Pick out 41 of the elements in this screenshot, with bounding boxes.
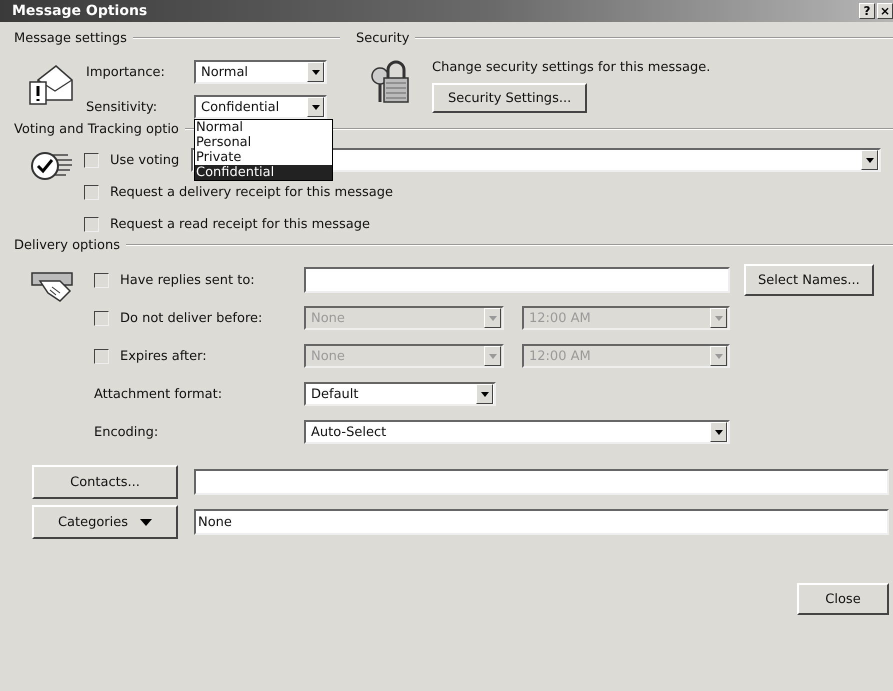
section-title: Delivery options: [14, 238, 120, 252]
security-settings-button[interactable]: Security Settings...: [432, 83, 588, 113]
attachment-format-dropdown[interactable]: Default: [304, 382, 496, 406]
checkbox-label: Use voting: [110, 152, 180, 168]
window-title: Message Options: [12, 3, 148, 19]
importance-label: Importance:: [86, 64, 166, 80]
dropdown-option[interactable]: Personal: [195, 135, 332, 150]
checkbox-label: Request a delivery receipt for this message: [110, 184, 393, 200]
categories-field[interactable]: None: [194, 509, 889, 535]
caret-icon: [140, 518, 152, 526]
field-label: Have replies sent to:: [120, 272, 255, 288]
encoding-dropdown[interactable]: Auto-Select: [304, 420, 730, 444]
checkmark-icon: [30, 149, 74, 183]
security-description: Change security settings for this message.: [432, 60, 710, 75]
close-button[interactable]: ×: [877, 3, 893, 19]
checkbox[interactable]: [84, 216, 99, 232]
contacts-field[interactable]: [194, 469, 889, 495]
checkbox-label: Request a read receipt for this message: [110, 216, 370, 232]
section-title: Message settings: [14, 30, 127, 46]
field-label: Expires after:: [120, 348, 207, 364]
close-dialog-button[interactable]: Close: [797, 583, 889, 615]
section-title: Voting and Tracking optio: [14, 122, 179, 136]
dropdown-option[interactable]: Private: [195, 150, 332, 165]
categories-button[interactable]: Categories: [32, 505, 178, 539]
field-label: Do not deliver before:: [120, 310, 262, 326]
input-field[interactable]: [304, 267, 730, 293]
dropdown-option[interactable]: Confidential: [195, 165, 332, 180]
select-names-button[interactable]: Select Names...: [744, 264, 874, 296]
envelope-icon: [28, 62, 74, 106]
checkbox[interactable]: [84, 152, 99, 168]
dropdown-option[interactable]: Normal: [195, 120, 332, 135]
field-label: Attachment format:: [94, 386, 222, 402]
checkbox[interactable]: [94, 272, 109, 288]
contacts-button[interactable]: Contacts...: [32, 465, 178, 499]
sensitivity-label: Sensitivity:: [86, 100, 158, 114]
field-label: Encoding:: [94, 424, 158, 440]
section-title: Security: [356, 30, 410, 46]
checkbox[interactable]: [84, 184, 99, 200]
sensitivity-dropdown[interactable]: Confidential: [194, 95, 327, 119]
help-button[interactable]: ?: [859, 3, 875, 19]
importance-dropdown[interactable]: Normal: [194, 60, 327, 84]
